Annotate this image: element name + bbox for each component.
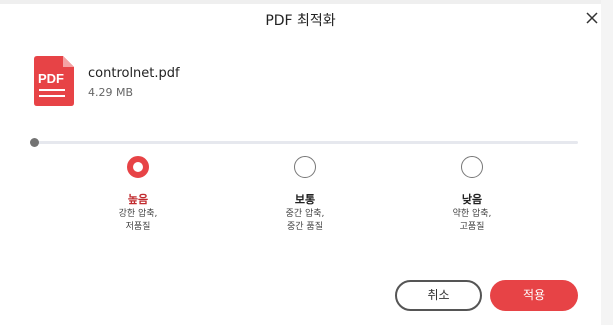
quality-slider-handle[interactable] xyxy=(30,138,39,147)
quality-option-medium[interactable]: 보통 중간 압축, 중간 품질 xyxy=(245,156,365,233)
dialog-title: PDF 최적화 xyxy=(265,13,336,29)
file-name: controlnet.pdf xyxy=(88,66,180,81)
background-edge-right xyxy=(601,0,613,325)
radio-high[interactable] xyxy=(127,156,149,178)
pdf-file-icon: PDF xyxy=(34,56,74,106)
radio-medium[interactable] xyxy=(294,156,316,178)
option-desc-high-2: 저품질 xyxy=(125,222,151,232)
option-desc-low-1: 약한 압축, xyxy=(452,209,492,219)
cancel-button[interactable]: 취소 xyxy=(395,280,482,311)
quality-option-low[interactable]: 낮음 약한 압축, 고품질 xyxy=(412,156,532,233)
quality-option-high[interactable]: 높음 강한 압축, 저품질 xyxy=(78,156,198,233)
option-desc-high-1: 강한 압축, xyxy=(118,209,158,219)
option-desc-medium-2: 중간 품질 xyxy=(287,222,323,232)
radio-low[interactable] xyxy=(461,156,483,178)
option-label-high: 높음 xyxy=(127,193,149,206)
option-label-low: 낮음 xyxy=(461,193,483,206)
file-size: 4.29 MB xyxy=(88,86,134,99)
option-desc-low-2: 고품질 xyxy=(459,222,485,232)
quality-slider-track[interactable] xyxy=(34,141,578,144)
apply-button[interactable]: 적용 xyxy=(490,280,578,311)
option-desc-medium-1: 중간 압축, xyxy=(285,209,325,219)
pdf-optimize-dialog: PDF 최적화 PDF controlnet.pdf 4.29 MB 높음 강한… xyxy=(0,4,601,325)
close-icon[interactable] xyxy=(583,9,601,27)
pdf-icon-label: PDF xyxy=(38,71,64,86)
option-label-medium: 보통 xyxy=(294,193,316,206)
